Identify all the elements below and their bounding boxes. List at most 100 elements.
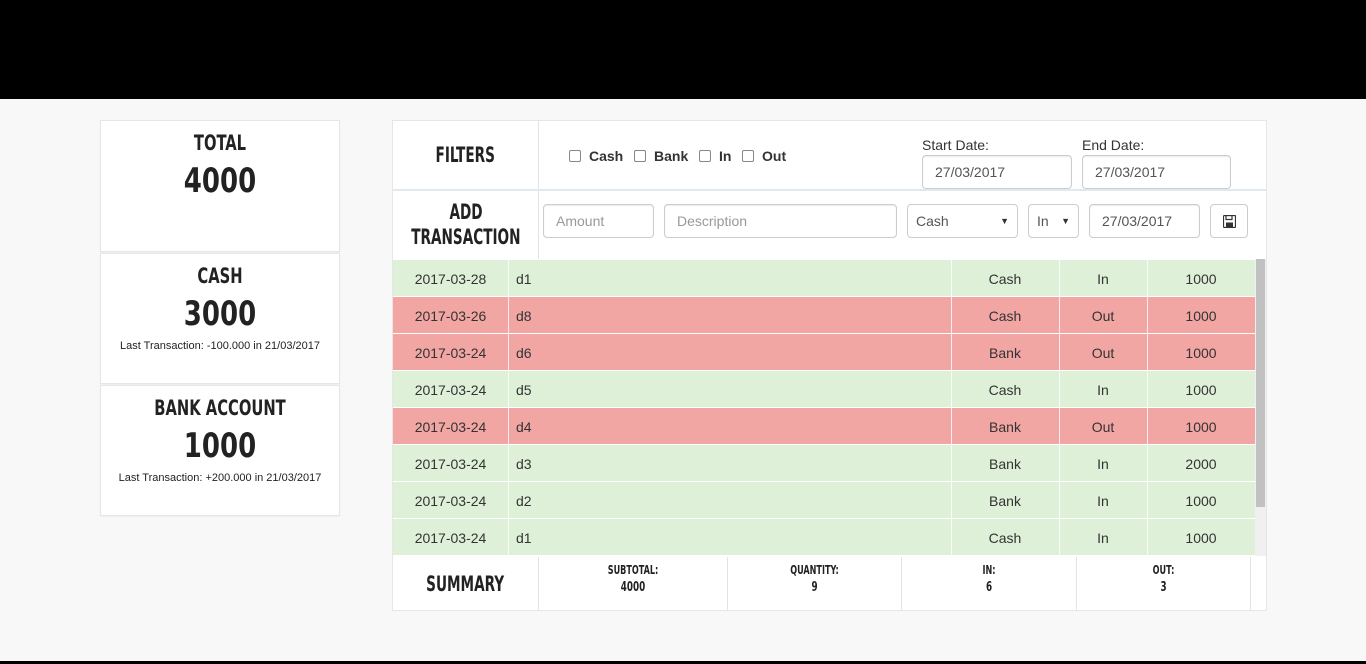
filter-in-checkbox[interactable]: In: [699, 148, 731, 164]
column-separator: [1147, 371, 1148, 408]
save-transaction-button[interactable]: [1210, 204, 1248, 238]
account-select[interactable]: Cash ▼: [907, 204, 1018, 238]
column-separator: [1059, 445, 1060, 482]
checkbox-box[interactable]: [699, 150, 711, 162]
summary-subtotal: Subtotal: 4000: [539, 557, 727, 611]
column-separator: [951, 297, 952, 334]
cell-description: d4: [516, 418, 532, 435]
cell-direction: Out: [1091, 418, 1115, 435]
cell-direction: In: [1097, 270, 1109, 287]
filter-cash-checkbox[interactable]: Cash: [569, 148, 623, 164]
cell-amount: 1000: [1185, 381, 1217, 398]
checkbox-box[interactable]: [634, 150, 646, 162]
column-separator: [508, 334, 509, 371]
top-header-bar: [0, 0, 1366, 99]
direction-select[interactable]: In ▼: [1028, 204, 1079, 238]
table-row[interactable]: 2017-03-24 d6 Bank Out 1000: [393, 333, 1255, 371]
column-separator: [508, 482, 509, 519]
cell-direction: Out: [1091, 344, 1115, 361]
cash-card: Cash 3000 Last Transaction: -100.000 in …: [100, 253, 340, 384]
table-row[interactable]: 2017-03-24 d4 Bank Out 1000: [393, 407, 1255, 445]
cell-date: 2017-03-26: [414, 307, 487, 324]
transactions-panel: Filters Cash Bank In Out Start Date: 27/…: [392, 120, 1267, 611]
cell-date: 2017-03-28: [414, 270, 487, 287]
cell-date: 2017-03-24: [414, 344, 487, 361]
scrollbar-thumb[interactable]: [1256, 259, 1265, 507]
cell-date: 2017-03-24: [414, 381, 487, 398]
cell-account: Cash: [988, 270, 1022, 287]
start-date-input[interactable]: 27/03/2017: [922, 155, 1072, 189]
column-separator: [1059, 482, 1060, 519]
summary-quantity: Quantity: 9: [728, 557, 901, 611]
column-separator: [951, 260, 952, 297]
cell-amount: 1000: [1185, 529, 1217, 546]
column-separator: [1147, 297, 1148, 334]
chevron-down-icon: ▼: [1000, 216, 1009, 226]
filter-cash-label: Cash: [589, 148, 624, 164]
cell-account: Bank: [989, 455, 1021, 472]
cash-card-value: 3000: [183, 294, 257, 334]
cell-description: d2: [516, 492, 532, 509]
column-separator: [1059, 297, 1060, 334]
end-date-input[interactable]: 27/03/2017: [1082, 155, 1231, 189]
amount-input[interactable]: Amount: [543, 204, 654, 238]
cell-amount: 2000: [1185, 455, 1217, 472]
summary-out-value: 3: [1160, 580, 1167, 595]
cash-card-title: Cash: [197, 264, 243, 288]
table-row[interactable]: 2017-03-24 d2 Bank In 1000: [393, 481, 1255, 519]
column-separator: [1147, 519, 1148, 556]
transaction-date-input[interactable]: 27/03/2017: [1089, 204, 1200, 238]
table-row[interactable]: 2017-03-24 d5 Cash In 1000: [393, 370, 1255, 408]
column-separator: [1059, 371, 1060, 408]
add-transaction-label: Add Transaction: [410, 200, 521, 249]
column-separator: [1147, 408, 1148, 445]
summary-quantity-label: Quantity:: [790, 563, 839, 577]
column-separator: [508, 297, 509, 334]
cell-date: 2017-03-24: [414, 492, 487, 509]
cell-description: d1: [516, 270, 532, 287]
total-card: Total 4000: [100, 120, 340, 252]
column-separator: [951, 334, 952, 371]
cell-date: 2017-03-24: [414, 529, 487, 546]
bank-card-title: Bank Account: [154, 396, 286, 420]
summary-quantity-value: 9: [811, 580, 818, 595]
bank-last-transaction: Last Transaction: +200.000 in 21/03/2017: [118, 472, 322, 484]
filter-out-checkbox[interactable]: Out: [742, 148, 786, 164]
cell-account: Bank: [989, 344, 1021, 361]
filter-in-label: In: [719, 148, 732, 164]
checkbox-box[interactable]: [569, 150, 581, 162]
column-separator: [508, 408, 509, 445]
column-separator: [1147, 260, 1148, 297]
column-separator: [951, 371, 952, 408]
bank-card: Bank Account 1000 Last Transaction: +200…: [100, 385, 340, 516]
description-input[interactable]: Description: [664, 204, 897, 238]
bank-card-value: 1000: [183, 426, 257, 466]
cell-account: Bank: [989, 492, 1021, 509]
summary-subtotal-label: Subtotal:: [607, 563, 659, 577]
start-date-label: Start Date:: [922, 137, 989, 153]
cell-description: d1: [516, 529, 532, 546]
summary-in-value: 6: [985, 580, 993, 595]
cash-last-transaction: Last Transaction: -100.000 in 21/03/2017: [120, 340, 320, 352]
column-separator: [1059, 408, 1060, 445]
cell-account: Cash: [988, 307, 1022, 324]
table-row[interactable]: 2017-03-28 d1 Cash In 1000: [393, 259, 1255, 297]
summary-in-label: In:: [982, 563, 996, 577]
cell-amount: 1000: [1185, 418, 1217, 435]
column-separator: [951, 445, 952, 482]
filters-label: Filters: [435, 142, 496, 167]
checkbox-box[interactable]: [742, 150, 754, 162]
cell-amount: 1000: [1185, 492, 1217, 509]
table-row[interactable]: 2017-03-24 d1 Cash In 1000: [393, 518, 1255, 556]
summary-subtotal-value: 4000: [620, 580, 646, 595]
table-row[interactable]: 2017-03-26 d8 Cash Out 1000: [393, 296, 1255, 334]
filter-bank-checkbox[interactable]: Bank: [634, 148, 688, 164]
table-row[interactable]: 2017-03-24 d3 Bank In 2000: [393, 444, 1255, 482]
column-separator: [1147, 482, 1148, 519]
transactions-table[interactable]: 2017-03-24 d1 Cash In 1000 2017-03-24 d2 Bank In…: [393, 259, 1266, 556]
cell-date: 2017-03-24: [414, 418, 487, 435]
cell-direction: In: [1097, 381, 1109, 398]
cell-date: 2017-03-24: [414, 455, 487, 472]
cell-description: d8: [516, 307, 532, 324]
divider: [1250, 557, 1251, 611]
